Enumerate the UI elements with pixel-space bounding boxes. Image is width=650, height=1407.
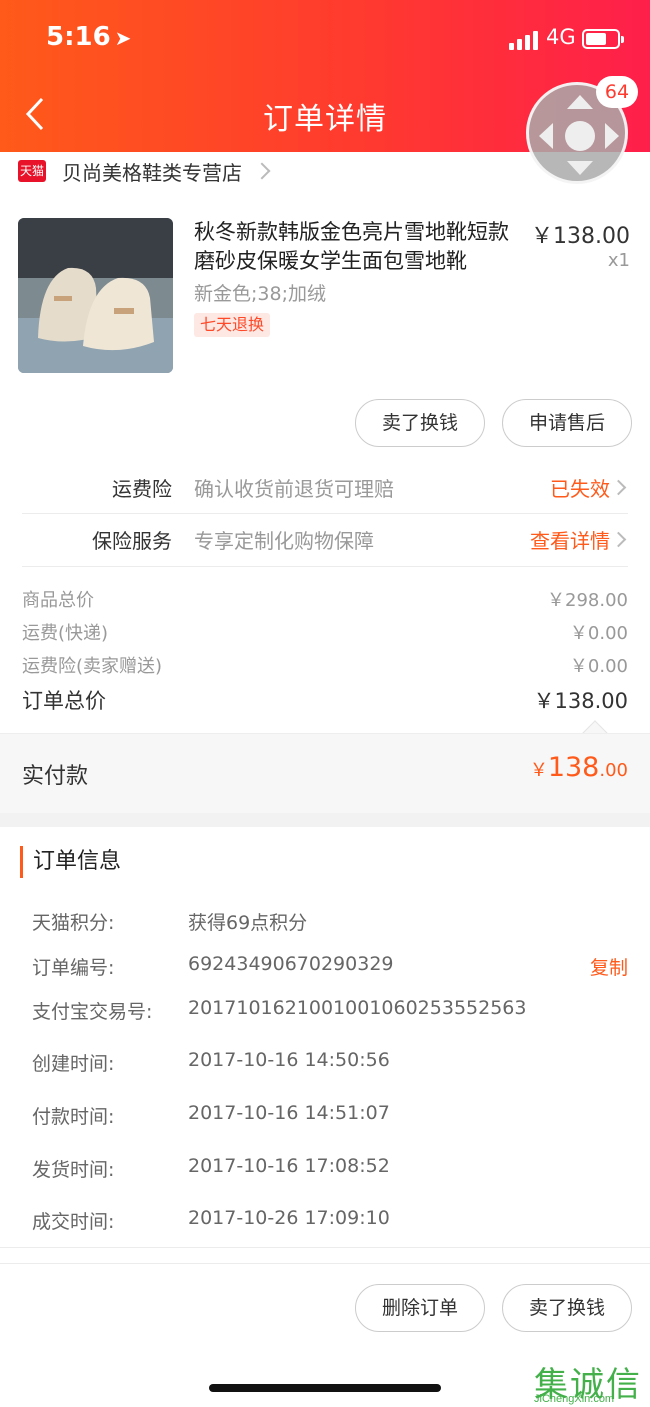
info-row-shipped: 发货时间: 2017-10-16 17:08:52 [0,1155,650,1187]
chevron-right-icon [610,531,627,548]
status-time: 5:16 ➤ [46,22,131,52]
info-label: 发货时间: [32,1159,115,1181]
paid-amount-box: 实付款 ￥138.00 [0,733,650,813]
info-value: 2017-10-16 14:51:07 [188,1102,390,1124]
chevron-right-icon [610,479,627,496]
store-link[interactable]: 天猫 贝尚美格鞋类专营店 [18,156,271,186]
order-total-row: 订单总价 ￥138.00 [22,685,628,715]
info-row-alipay: 支付宝交易号: 2017101621001001060253552563 [0,997,650,1029]
product-price: ￥138.00 [531,224,630,249]
info-label: 订单编号: [32,957,115,979]
info-row-points: 天猫积分: 获得69点积分 [0,908,650,940]
battery-icon [582,29,624,49]
product-sku: 新金色;38;加绒 [194,283,326,305]
after-sale-button[interactable]: 申请售后 [502,399,632,447]
shipping-insurance-label: 运费险 [112,477,172,501]
product-quantity: x1 [607,250,630,271]
insurance-service-label: 保险服务 [92,529,172,553]
paid-integer: 138 [547,752,600,783]
copy-button[interactable]: 复制 [590,953,628,980]
product-name[interactable]: 秋冬新款韩版金色亮片雪地靴短款磨砂皮保暖女学生面包雪地靴 [194,218,524,276]
watermark-logo: 集诚信 JiChengXin.com [534,1357,646,1405]
paid-label: 实付款 [22,764,89,789]
product-thumbnail[interactable] [18,218,173,373]
view-details-link[interactable]: 查看详情 [530,525,610,554]
summary-label: 商品总价 [22,590,94,611]
info-row-paid: 付款时间: 2017-10-16 14:51:07 [0,1102,650,1134]
divider [0,1263,650,1264]
shipping-insurance-status[interactable]: 已失效 [550,473,610,502]
divider [0,1247,650,1248]
info-label: 天猫积分: [32,912,115,934]
status-time-text: 5:16 [46,22,111,52]
order-total-value: ￥138.00 [533,689,628,713]
summary-row: 运费险(卖家赠送) ￥0.00 [22,652,628,682]
summary-label: 运费(快递) [22,623,109,644]
divider [22,566,628,567]
location-arrow-icon: ➤ [114,26,132,50]
summary-row: 运费(快递) ￥0.00 [22,619,628,649]
insurance-service-row[interactable]: 保险服务 专享定制化购物保障 查看详情 [0,513,650,565]
down-arrow-icon [567,161,593,175]
chevron-right-icon [253,162,271,180]
summary-label: 运费险(卖家赠送) [22,656,163,677]
up-arrow-icon [567,95,593,109]
info-value: 获得69点积分 [188,912,308,934]
info-value: 2017101621001001060253552563 [188,997,527,1019]
info-row-completed: 成交时间: 2017-10-26 17:09:10 [0,1207,650,1239]
delete-order-button[interactable]: 删除订单 [355,1284,485,1332]
info-value: 2017-10-16 17:08:52 [188,1155,390,1177]
sell-for-cash-button[interactable]: 卖了换钱 [355,399,485,447]
store-name: 贝尚美格鞋类专营店 [62,160,242,185]
watermark-url: JiChengXin.com [534,1393,615,1405]
order-info-title: 订单信息 [20,846,121,878]
shipping-insurance-row[interactable]: 运费险 确认收货前退货可理赔 已失效 [0,461,650,513]
insurance-service-desc: 专享定制化购物保障 [194,529,374,553]
sell-for-cash-bottom-button[interactable]: 卖了换钱 [502,1284,632,1332]
shipping-insurance-desc: 确认收货前退货可理赔 [194,477,394,501]
section-gap [0,813,650,827]
network-type: 4G [546,25,576,49]
info-value: 2017-10-26 17:09:10 [188,1207,390,1229]
info-row-order-number: 订单编号: 69243490670290329 复制 [0,953,650,985]
summary-value: ￥0.00 [569,656,628,677]
summary-value: ￥0.00 [569,623,628,644]
order-total-label: 订单总价 [22,689,106,713]
paid-amount: ￥138.00 [530,752,628,783]
tmall-logo-icon: 天猫 [18,160,46,182]
return-policy-tag: 七天退换 [194,313,271,337]
paid-decimal: .00 [599,760,628,781]
info-row-created: 创建时间: 2017-10-16 14:50:56 [0,1049,650,1081]
notification-badge: 64 [596,76,638,108]
info-label: 成交时间: [32,1211,115,1233]
right-arrow-icon [605,123,619,149]
info-label: 付款时间: [32,1106,115,1128]
info-value: 2017-10-16 14:50:56 [188,1049,390,1071]
paid-currency: ￥ [529,760,548,781]
center-dot-icon [565,121,595,151]
summary-row: 商品总价 ￥298.00 [22,586,628,616]
home-indicator[interactable] [209,1384,441,1392]
info-label: 支付宝交易号: [32,1001,153,1023]
left-arrow-icon [539,123,553,149]
info-value: 69243490670290329 [188,953,394,975]
info-label: 创建时间: [32,1053,115,1075]
signal-icon [509,30,541,50]
summary-value: ￥298.00 [547,590,628,611]
